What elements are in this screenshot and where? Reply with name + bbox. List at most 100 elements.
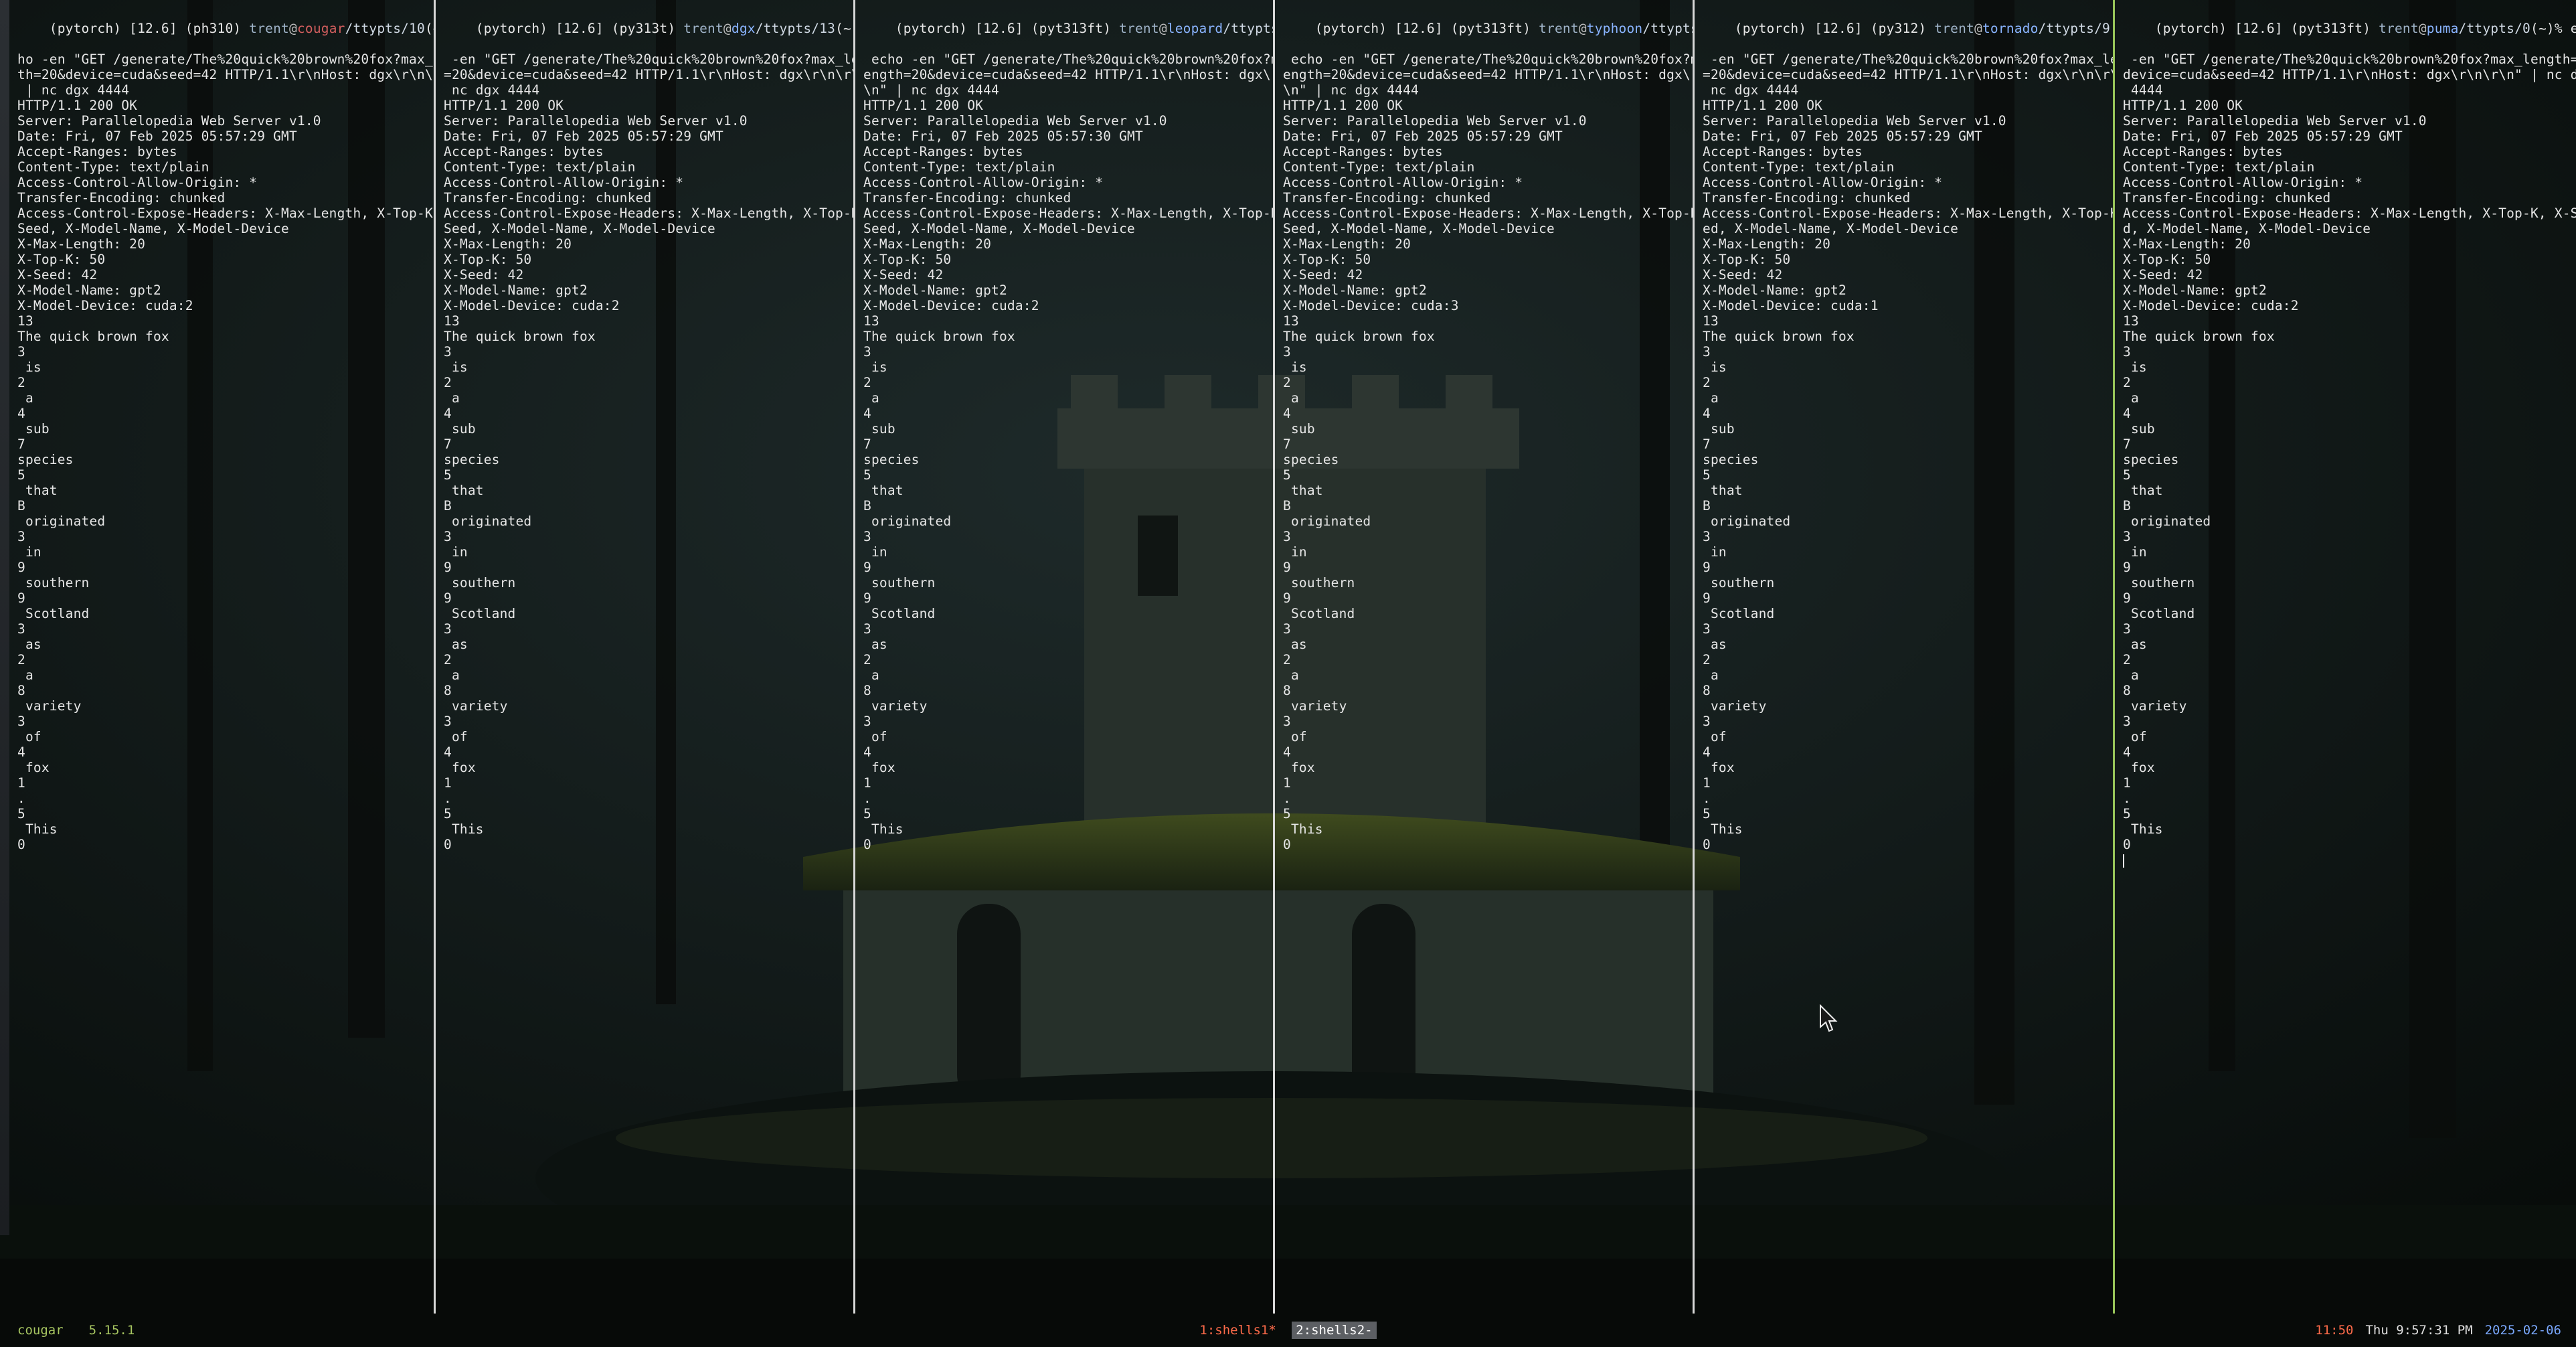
http-status: HTTP/1.1 200 OK: [863, 98, 984, 113]
prompt-line: (pytorch) [12.6] (pyt313ft) trent@leopar…: [863, 5, 1273, 52]
pane-divider-active[interactable]: [2113, 0, 2115, 1314]
body-line: 5: [1283, 806, 1291, 821]
command-text: \n" | nc dgx 4444: [863, 82, 999, 98]
header-transfer-encoding: Transfer-Encoding: chunked: [17, 190, 226, 206]
header-accept-ranges: Accept-Ranges: bytes: [1283, 144, 1443, 159]
header-seed: X-Seed: 42: [1703, 267, 1783, 283]
body-line: 13: [444, 313, 460, 329]
prompt-host: tornado: [1982, 21, 2039, 36]
terminal-pane-typhoon[interactable]: (pytorch) [12.6] (pyt313ft) trent@typhoo…: [1275, 0, 1693, 1314]
body-line: is: [17, 360, 41, 375]
command-text: echo: [2570, 21, 2576, 36]
prompt-host: puma: [2426, 21, 2459, 36]
body-line: 3: [444, 621, 452, 637]
body-line: The quick brown fox: [1283, 329, 1435, 344]
header-seed: X-Seed: 42: [2123, 267, 2203, 283]
body-line: 3: [863, 621, 871, 637]
header-top-k: X-Top-K: 50: [17, 252, 106, 267]
body-line: is: [1703, 360, 1727, 375]
body-line: 13: [1283, 313, 1299, 329]
body-line: 3: [1703, 529, 1711, 544]
body-line: fox: [863, 760, 895, 775]
status-right: 11:50 Thu 9:57:31 PM 2025-02-06: [2315, 1323, 2561, 1338]
terminal-pane-cougar[interactable]: (pytorch) [12.6] (ph310) trent@cougar/tt…: [9, 0, 434, 1314]
body-line: sub: [2123, 421, 2155, 437]
body-line: 13: [1703, 313, 1719, 329]
tmux-window-tab-2[interactable]: 2:shells2-: [1292, 1322, 1377, 1339]
body-line: is: [2123, 360, 2147, 375]
response-body: 13 The quick brown fox 3 is 2 a4 sub 7 specie…: [2123, 313, 2576, 852]
terminal-pane-leopard[interactable]: (pytorch) [12.6] (pyt313ft) trent@leopar…: [855, 0, 1273, 1314]
body-line: 2: [1703, 375, 1711, 390]
command-text: th=20&device=cuda&seed=42 HTTP/1.1\r\nHo…: [17, 67, 434, 82]
header-expose: ed, X-Model-Name, X-Model-Device: [1703, 221, 1959, 236]
terminal-pane-dgx[interactable]: (pytorch) [12.6] (py313t) trent@dgx/ttyp…: [436, 0, 853, 1314]
header-expose: Seed, X-Model-Name, X-Model-Device: [1283, 221, 1555, 236]
body-line: 0: [863, 837, 871, 852]
body-line: Scotland: [1283, 606, 1355, 621]
body-line: in: [17, 544, 41, 560]
command-text: -en "GET /generate/The%20quick%20brown%2…: [444, 52, 853, 67]
body-line: 4: [444, 406, 452, 421]
header-expose: Access-Control-Expose-Headers: X-Max-Len…: [863, 206, 1273, 221]
body-line: sub: [444, 421, 476, 437]
prompt-dir: (~): [835, 21, 853, 36]
body-line: 5: [1283, 467, 1291, 483]
body-line: is: [1283, 360, 1307, 375]
header-date: Date: Fri, 07 Feb 2025 05:57:30 GMT: [863, 129, 1143, 144]
body-line: 9: [17, 560, 25, 575]
body-line: 3: [863, 529, 871, 544]
header-expose: Seed, X-Model-Name, X-Model-Device: [444, 221, 715, 236]
body-line: of: [17, 729, 41, 744]
prompt-dir: (~): [424, 21, 434, 36]
prompt-dir: (~): [2530, 21, 2555, 36]
pane-divider[interactable]: [1273, 0, 1275, 1314]
body-line: originated: [444, 513, 532, 529]
body-line: 3: [1703, 621, 1711, 637]
body-line: originated: [2123, 513, 2211, 529]
body-line: 8: [17, 683, 25, 698]
terminal-cursor-line[interactable]: [2123, 852, 2576, 868]
body-line: 9: [1283, 590, 1291, 606]
mouse-pointer-icon: [1820, 1004, 1838, 1032]
terminal-pane-puma[interactable]: (pytorch) [12.6] (pyt313ft) trent@puma/t…: [2115, 0, 2576, 1314]
body-line: 8: [2123, 683, 2131, 698]
body-line: Scotland: [863, 606, 936, 621]
header-model-name: X-Model-Name: gpt2: [444, 283, 588, 298]
prompt-host: dgx: [731, 21, 756, 36]
header-acao: Access-Control-Allow-Origin: *: [1283, 175, 1523, 190]
prompt-path: /ttypts/10: [345, 21, 425, 36]
body-line: fox: [1283, 760, 1315, 775]
prompt-user: trent: [1539, 21, 1579, 36]
body-line: B: [863, 498, 871, 513]
header-transfer-encoding: Transfer-Encoding: chunked: [1703, 190, 1911, 206]
body-line: 3: [444, 344, 452, 360]
body-line: 3: [2123, 344, 2131, 360]
body-line: 9: [1703, 560, 1711, 575]
header-accept-ranges: Accept-Ranges: bytes: [863, 144, 1023, 159]
prompt-user: trent: [683, 21, 723, 36]
pane-divider[interactable]: [1693, 0, 1695, 1314]
body-line: southern: [2123, 575, 2195, 590]
body-line: species: [17, 452, 74, 467]
body-line: Scotland: [2123, 606, 2195, 621]
body-line: variety: [17, 698, 82, 714]
header-model-name: X-Model-Name: gpt2: [2123, 283, 2267, 298]
terminal-pane-tornado[interactable]: (pytorch) [12.6] (py312) trent@tornado/t…: [1695, 0, 2113, 1314]
body-line: sub: [1283, 421, 1315, 437]
body-line: 3: [2123, 714, 2131, 729]
status-time: Thu 9:57:31 PM: [2365, 1323, 2473, 1338]
tmux-status-bar: cougar 5.15.1 1:shells1* 2:shells2- 11:5…: [0, 1314, 2576, 1347]
tmux-window-tab-1[interactable]: 1:shells1*: [1199, 1323, 1276, 1338]
body-line: species: [1283, 452, 1339, 467]
header-top-k: X-Top-K: 50: [2123, 252, 2211, 267]
header-model-device: X-Model-Device: cuda:2: [863, 298, 1039, 313]
body-line: B: [17, 498, 25, 513]
body-line: originated: [863, 513, 952, 529]
body-line: of: [1283, 729, 1307, 744]
header-expose: Access-Control-Expose-Headers: X-Max-Len…: [2123, 206, 2576, 221]
pane-divider[interactable]: [853, 0, 855, 1314]
body-line: 2: [444, 652, 452, 667]
pane-divider[interactable]: [434, 0, 436, 1314]
body-line: 4: [17, 744, 25, 760]
